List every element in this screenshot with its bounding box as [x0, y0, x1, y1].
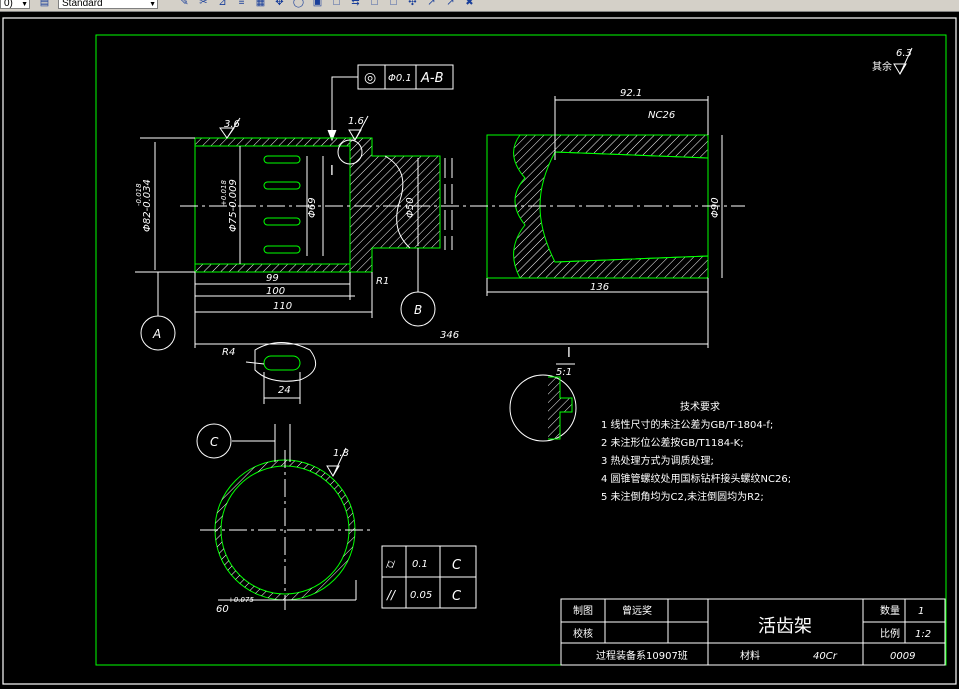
flatness-value: 0.1 — [412, 559, 428, 570]
flatness-datum: C — [452, 558, 462, 573]
dim-d60: 60 — [216, 604, 229, 615]
toolbar-tool-icon[interactable]: ✂ — [197, 0, 210, 9]
parallelism-datum: C — [452, 589, 462, 604]
dim-92: 92.1 — [620, 88, 642, 99]
toolbar: 0) ▼ ▤ Standard ▼ ✎ ✂ ⊿ ≡ ▦ ✥ ◯ ▣ □ ⇆ □ □ ✣ ↗ ↗ ✖ — [0, 0, 959, 12]
roughness-1-8: 1.8 — [333, 448, 349, 459]
dim-r4: R4 — [222, 347, 235, 358]
toolbar-tool-icon[interactable]: ◯ — [292, 0, 305, 9]
outer-frame — [2, 17, 957, 685]
coaxiality-symbol: ◎ — [364, 70, 376, 86]
roughness-general: 其余 6.3 — [872, 47, 913, 75]
material-label: 材料 — [740, 649, 760, 662]
check-label: 校核 — [573, 627, 593, 640]
qty-label: 数量 — [880, 604, 900, 617]
parallelism-value: 0.05 — [410, 590, 432, 601]
toolbar-tool-icon[interactable]: ▣ — [311, 0, 324, 9]
dim-346: 346 — [440, 330, 459, 341]
toolbar-tool-icon[interactable]: ↗ — [425, 0, 438, 9]
text-style-value: Standard — [62, 0, 103, 9]
datum-a: A — [152, 327, 161, 341]
layer-combo-value: 0) — [4, 0, 13, 9]
class-name: 过程装备系10907班 — [596, 649, 688, 662]
note-3: 3 热处理方式为调质处理; — [601, 454, 714, 467]
parallelism-symbol: // — [386, 588, 397, 602]
toolbar-tool-icon[interactable]: ✎ — [178, 0, 191, 9]
roughness-note: 其余 — [872, 60, 892, 73]
roughness-1-6: 1.6 — [348, 116, 364, 127]
dim-d82-upper: -0.018 — [135, 183, 143, 206]
dim-24: 24 — [278, 385, 291, 396]
toolbar-tool-icon[interactable]: □ — [387, 0, 400, 9]
roughness-value: 6.3 — [896, 48, 912, 59]
dim-136: 136 — [590, 282, 609, 293]
drawn-name: 曾远奖 — [622, 604, 652, 617]
dim-d75: Φ75-0.009 — [228, 179, 239, 232]
notes-title: 技术要求 — [680, 400, 720, 413]
toolbar-tool-icon[interactable]: □ — [330, 0, 343, 9]
form-tolerance-table: ⌭ 0.1 C // 0.05 C — [381, 545, 477, 609]
style-icon[interactable]: ▤ — [38, 0, 51, 9]
toolbar-tool-icon[interactable]: ⇆ — [349, 0, 362, 9]
part-name: 活齿架 — [758, 616, 812, 637]
dim-d50: Φ50 — [405, 197, 416, 218]
dim-r1: R1 — [376, 276, 389, 287]
toolbar-tool-icon[interactable]: ✥ — [273, 0, 286, 9]
note-4: 4 圆锥管螺纹处用国标钻杆接头螺纹NC26; — [601, 472, 791, 485]
text-style-combo[interactable]: Standard ▼ — [58, 0, 158, 9]
toolbar-tool-icon[interactable]: ≡ — [235, 0, 248, 9]
dim-100: 100 — [266, 286, 285, 297]
technical-notes: 技术要求 1 线性尺寸的未注公差为GB/T-1804-f; 2 未注形位公差按G… — [601, 400, 791, 503]
drawn-label: 制图 — [573, 604, 593, 617]
dim-d82: Φ82-0.034 — [142, 179, 153, 232]
note-2: 2 未注形位公差按GB/T1184-K; — [601, 436, 744, 449]
dim-99: 99 — [266, 273, 279, 284]
note-5: 5 未注倒角均为C2,未注倒圆均为R2; — [601, 490, 764, 503]
toolbar-tool-icon[interactable]: ↗ — [444, 0, 457, 9]
detail-view: I 5:1 — [509, 346, 577, 442]
material-value: 40Cr — [813, 651, 838, 662]
chevron-down-icon: ▼ — [21, 1, 28, 8]
datum-markers: A B C — [140, 248, 436, 459]
qty-value: 1 — [918, 606, 924, 617]
scale-label: 比例 — [880, 627, 900, 640]
toolbar-tool-icon[interactable]: ✣ — [406, 0, 419, 9]
note-1: 1 线性尺寸的未注公差为GB/T-1804-f; — [601, 418, 773, 431]
toolbar-tool-icon[interactable]: ⊿ — [216, 0, 229, 9]
roughness-3-6: 3.6 — [224, 119, 240, 130]
toolbar-tool-icon[interactable]: □ — [368, 0, 381, 9]
drawing-number: 0009 — [890, 651, 915, 662]
layer-combo[interactable]: 0) ▼ — [0, 0, 30, 9]
drawing-canvas[interactable]: 其余 6.3 ◎ Φ0.1 A-B Φ82-0.034 -0.018 Φ75-0… — [0, 12, 959, 689]
dim-110: 110 — [273, 301, 292, 312]
dim-d75-upper: +0.018 — [220, 180, 228, 206]
dim-nc26: NC26 — [648, 110, 675, 121]
scale-value: 1:2 — [915, 629, 931, 640]
toolbar-tool-icon[interactable]: ▦ — [254, 0, 267, 9]
chevron-down-icon: ▼ — [149, 1, 156, 8]
datum-b: B — [414, 303, 422, 317]
title-block: 制图 曾远奖 校核 活齿架 数量 1 比例 1:2 过程装备系10907班 材料… — [560, 598, 946, 666]
coaxiality-frame: ◎ Φ0.1 A-B — [327, 64, 454, 142]
dim-d90: Φ90 — [710, 197, 721, 218]
dim-d69: Φ69 — [307, 197, 318, 218]
datum-c: C — [210, 435, 219, 449]
detail-scale: 5:1 — [556, 367, 572, 378]
coaxiality-datum: A-B — [420, 71, 444, 86]
toolbar-tool-icon[interactable]: ✖ — [463, 0, 476, 9]
flatness-symbol: ⌭ — [386, 557, 396, 572]
part-main-view — [180, 134, 745, 279]
cad-drawing: 其余 6.3 ◎ Φ0.1 A-B Φ82-0.034 -0.018 Φ75-0… — [2, 17, 957, 685]
coaxiality-value: Φ0.1 — [388, 73, 412, 84]
section-label: I — [330, 164, 334, 179]
detail-label: I — [567, 346, 571, 361]
